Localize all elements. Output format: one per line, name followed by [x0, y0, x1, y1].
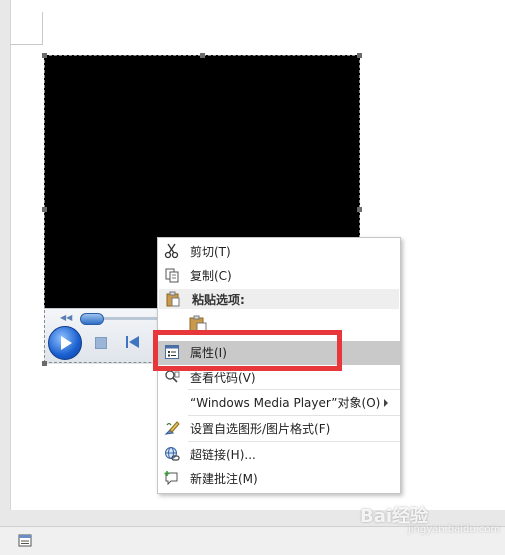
resize-handle-top-left[interactable] [42, 53, 47, 58]
clipboard-icon [166, 291, 180, 307]
new-comment-icon [164, 471, 178, 486]
rewind-icon[interactable]: ◀◀ [60, 313, 72, 322]
menu-item-label: “Windows Media Player”对象(O) [190, 396, 381, 410]
menu-item-format-shape[interactable]: 设置自选图形/图片格式(F) [158, 417, 400, 441]
resize-handle-right[interactable] [357, 207, 362, 212]
menu-item-label: 剪切(T) [190, 245, 231, 259]
page-corner-mark-vertical [42, 12, 43, 45]
menu-item-cut[interactable]: 剪切(T) [158, 240, 400, 264]
resize-handle-top[interactable] [200, 53, 205, 58]
previous-triangle-icon [129, 336, 139, 348]
menu-item-hyperlink[interactable]: 超链接(H)... [158, 443, 400, 467]
paste-options-label: 粘贴选项: [192, 293, 245, 307]
menu-item-copy[interactable]: 复制(C) [158, 264, 400, 288]
play-icon [61, 336, 72, 350]
play-button[interactable] [48, 326, 82, 360]
seek-thumb[interactable] [80, 313, 104, 325]
view-code-icon [165, 370, 180, 383]
page-corner-mark-horizontal [10, 44, 42, 45]
previous-button[interactable] [126, 336, 140, 348]
menu-item-label: 新建批注(M) [190, 472, 258, 486]
resize-handle-bottom-left[interactable] [42, 361, 47, 366]
resize-handle-top-right[interactable] [357, 53, 362, 58]
menu-item-wmp-object[interactable]: “Windows Media Player”对象(O) [158, 391, 400, 415]
submenu-arrow-icon [384, 399, 388, 407]
scissors-icon [164, 243, 179, 259]
macro-record-icon[interactable] [18, 533, 32, 547]
hyperlink-icon [165, 447, 180, 461]
menu-separator [188, 415, 400, 416]
menu-item-label: 复制(C) [190, 269, 232, 283]
copy-icon [165, 268, 179, 283]
menu-separator [188, 389, 400, 390]
annotation-highlight-box [153, 330, 342, 371]
menu-separator [188, 441, 400, 442]
paste-options-header: 粘贴选项: [159, 289, 399, 309]
watermark: Bai经验 jingyan.baidu.com [360, 502, 500, 535]
stop-button[interactable] [95, 337, 107, 349]
format-shape-icon [164, 421, 180, 435]
menu-item-label: 查看代码(V) [190, 371, 256, 385]
resize-handle-left[interactable] [42, 207, 47, 212]
previous-bar-icon [126, 336, 128, 348]
menu-item-label: 设置自选图形/图片格式(F) [190, 422, 331, 436]
menu-item-label: 超链接(H)... [190, 448, 256, 462]
menu-item-new-comment[interactable]: 新建批注(M) [158, 467, 400, 491]
